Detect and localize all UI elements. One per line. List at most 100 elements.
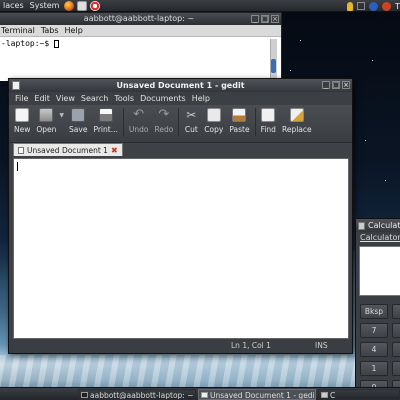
undo-label: Undo: [128, 125, 149, 134]
menu-calculator[interactable]: Calculator: [360, 233, 400, 242]
key-backspace[interactable]: Bksp: [360, 304, 388, 319]
close-icon[interactable]: ×: [342, 81, 350, 89]
terminal-scroll-thumb[interactable]: [271, 59, 276, 73]
save-label: Save: [69, 125, 88, 134]
gedit-app-icon: [12, 81, 20, 90]
replace-button[interactable]: Replace: [282, 108, 312, 134]
key-8[interactable]: 8: [392, 323, 400, 338]
volume-icon[interactable]: [369, 1, 379, 11]
printer-icon: [98, 108, 113, 122]
copy-button[interactable]: Copy: [204, 108, 223, 134]
find-icon: [261, 108, 276, 122]
paste-button[interactable]: Paste: [229, 108, 250, 134]
calculator-titlebar[interactable]: Calculat: [356, 219, 400, 232]
open-dropdown-chevron-icon[interactable]: ▼: [59, 112, 64, 119]
key-clear-entry[interactable]: CE: [392, 304, 400, 319]
menu-file[interactable]: File: [15, 92, 28, 105]
gedit-titlebar[interactable]: Unsaved Document 1 - gedit _ □ ×: [9, 79, 352, 92]
mail-icon[interactable]: [76, 0, 87, 11]
undo-button[interactable]: ↶ Undo: [128, 108, 149, 135]
terminal-body[interactable]: -laptop:~$: [0, 37, 281, 81]
toolbar-separator: [122, 108, 124, 136]
gedit-toolbar: New Open ▼ Save Print... ↶ Undo ↷ Redo ✂…: [9, 105, 352, 143]
new-document-icon: [15, 108, 30, 122]
find-button[interactable]: Find: [261, 108, 276, 134]
clock-text[interactable]: T: [395, 2, 400, 11]
terminal-menu-help[interactable]: Help: [65, 25, 83, 36]
key-2[interactable]: 2: [392, 361, 400, 376]
maximize-icon[interactable]: □: [332, 81, 340, 89]
cut-button[interactable]: ✂ Cut: [184, 108, 198, 134]
copy-label: Copy: [204, 125, 224, 134]
tab-unsaved-document-1[interactable]: Unsaved Document 1 ✖: [13, 143, 123, 156]
terminal-prompt: -laptop:~$: [1, 39, 54, 48]
save-icon: [71, 108, 86, 122]
firefox-icon[interactable]: [63, 0, 74, 11]
open-label: Open: [36, 125, 57, 134]
key-7[interactable]: 7: [360, 323, 388, 338]
star: [372, 60, 373, 61]
terminal-title: aabbott@aabbott-laptop: ~: [83, 14, 195, 23]
find-label: Find: [260, 125, 276, 134]
taskbar-item-gedit[interactable]: Unsaved Document 1 - gedit: [198, 389, 316, 400]
gedit-title: Unsaved Document 1 - gedit: [116, 81, 245, 90]
menu-search[interactable]: Search: [81, 92, 108, 105]
replace-icon: [289, 108, 304, 122]
close-icon[interactable]: ×: [271, 15, 279, 23]
cut-label: Cut: [184, 125, 198, 134]
menu-help[interactable]: Help: [192, 92, 210, 105]
taskbar-item-terminal[interactable]: aabbott@aabbott-laptop: ~: [78, 389, 196, 400]
system-menu[interactable]: System: [27, 1, 63, 10]
places-menu[interactable]: laces: [0, 1, 27, 10]
calculator-title: Calculat: [368, 221, 400, 230]
replace-label: Replace: [281, 125, 312, 134]
calculator-icon: [358, 222, 365, 230]
redo-button[interactable]: ↷ Redo: [154, 108, 174, 135]
new-label: New: [14, 125, 31, 134]
network-icon[interactable]: [357, 2, 366, 10]
calculator-menubar: Calculator: [356, 232, 400, 244]
calculator-window: Calculat Calculator Bksp CE 7 8 4 5 1 2 …: [355, 218, 400, 395]
menu-tools[interactable]: Tools: [114, 92, 134, 105]
document-tabbar: Unsaved Document 1 ✖: [9, 143, 352, 157]
menu-view[interactable]: View: [56, 92, 75, 105]
toolbar-separator: [254, 108, 256, 136]
key-1[interactable]: 1: [360, 361, 388, 376]
save-button[interactable]: Save: [69, 108, 87, 134]
maximize-icon[interactable]: □: [261, 15, 269, 23]
open-button[interactable]: Open: [36, 108, 56, 134]
calculator-display: [359, 246, 400, 296]
gedit-statusbar: Ln 1, Col 1 INS: [9, 339, 352, 353]
terminal-menubar: Terminal Tabs Help: [0, 25, 281, 37]
tab-close-icon[interactable]: ✖: [111, 146, 118, 155]
key-5[interactable]: 5: [392, 342, 400, 357]
system-tray: T: [347, 0, 400, 12]
minimize-icon[interactable]: _: [251, 15, 259, 23]
menu-edit[interactable]: Edit: [34, 92, 50, 105]
terminal-titlebar[interactable]: aabbott@aabbott-laptop: ~ _ □ ×: [0, 13, 281, 25]
star: [385, 180, 386, 181]
user-status-icon[interactable]: [347, 1, 354, 11]
help-icon[interactable]: [89, 0, 100, 11]
new-button[interactable]: New: [14, 108, 30, 134]
text-editor-area[interactable]: [13, 158, 349, 339]
print-button[interactable]: Print...: [93, 108, 118, 134]
clipboard-icon: [232, 108, 247, 122]
cursor-position-status: Ln 1, Col 1: [231, 341, 271, 350]
folder-open-icon: [39, 108, 54, 122]
taskbar-item-calculator[interactable]: C: [318, 389, 400, 400]
terminal-menu-tabs[interactable]: Tabs: [41, 25, 59, 36]
star: [290, 70, 291, 71]
power-icon[interactable]: [382, 1, 392, 11]
terminal-menu-terminal[interactable]: Terminal: [1, 25, 35, 36]
gedit-window: Unsaved Document 1 - gedit _ □ × File Ed…: [8, 78, 353, 354]
taskbar-gedit-label: Unsaved Document 1 - gedit: [210, 391, 316, 400]
key-4[interactable]: 4: [360, 342, 388, 357]
taskbar-terminal-label: aabbott@aabbott-laptop: ~: [90, 391, 194, 400]
menu-documents[interactable]: Documents: [140, 92, 186, 105]
gedit-icon: [201, 392, 208, 398]
toolbar-separator: [178, 108, 180, 136]
minimize-icon[interactable]: _: [322, 81, 330, 89]
redo-label: Redo: [154, 125, 174, 134]
taskbar-calculator-label: C: [330, 391, 336, 400]
